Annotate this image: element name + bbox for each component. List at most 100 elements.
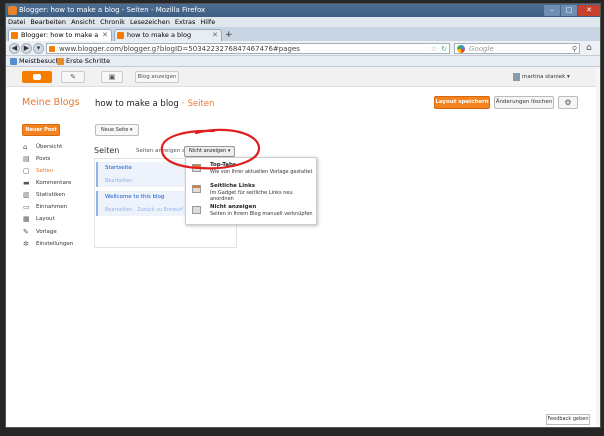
section-title: Seiten	[187, 99, 215, 109]
close-tab-icon[interactable]: ✕	[102, 30, 108, 41]
layout-icon: ▦	[23, 215, 30, 223]
window-controls: – □ ✕	[544, 5, 600, 16]
posts-icon: ▤	[23, 155, 30, 163]
sidebar-item-earnings[interactable]: ▭ Einnahmen	[22, 202, 92, 213]
sidebar-item-label: Vorlage	[36, 229, 57, 235]
window-title: Blogger: how to make a blog - Seiten - M…	[19, 6, 206, 14]
new-page-label: Neue Seite	[101, 127, 129, 133]
bookmark-page-icon	[57, 58, 64, 65]
pages-heading: Seiten	[94, 146, 120, 155]
user-menu[interactable]: martina staniek ▾	[513, 73, 570, 81]
menu-ansicht[interactable]: Ansicht	[71, 17, 95, 27]
show-pages-as-label: Seiten anzeigen als	[136, 148, 190, 154]
browser-window: Blogger: how to make a blog - Seiten - M…	[5, 3, 601, 428]
show-pages-menu: Top-Tabs Wie von Ihrer aktuellen Vorlage…	[185, 157, 317, 225]
home-icon[interactable]: ⌂	[586, 43, 592, 53]
sidebar-item-label: Einnahmen	[36, 204, 68, 210]
title-bar: Blogger: how to make a blog - Seiten - M…	[6, 4, 600, 17]
page-title: how to make a blog · Seiten	[95, 99, 214, 109]
pages-icon: ▢	[23, 167, 30, 175]
home-icon: ⌂	[23, 143, 28, 151]
tab-label: how to make a blog	[127, 31, 192, 39]
tab-blog[interactable]: how to make a blog ✕	[114, 29, 222, 41]
sidebar-item-label: Layout	[36, 216, 55, 222]
discard-changes-button[interactable]: Änderungen löschen	[494, 96, 554, 109]
user-name: martina staniek	[522, 74, 566, 80]
sidebar-item-pages[interactable]: ▢ Seiten	[22, 166, 92, 177]
menu-extras[interactable]: Extras	[175, 17, 196, 27]
show-pages-dropdown[interactable]: Nicht anzeigen ▾	[184, 146, 235, 157]
bookmark-erste-schritte[interactable]: Erste Schritte	[56, 56, 110, 66]
sidebar-item-posts[interactable]: ▤ Posts	[22, 154, 92, 165]
sidebar-item-label: Statistiken	[36, 192, 66, 198]
firefox-icon	[8, 6, 17, 15]
menu-chronik[interactable]: Chronik	[100, 17, 125, 27]
search-input[interactable]: Google ⚲	[454, 43, 580, 54]
site-identity-icon	[49, 46, 55, 52]
menu-item-title: Top-Tabs	[210, 162, 237, 168]
avatar	[513, 73, 520, 81]
new-post-button[interactable]: Neuer Post	[22, 124, 60, 136]
menu-item-desc: Im Gadget für seitliche Links neu anordn…	[210, 190, 293, 202]
view-posts-icon[interactable]: ▣	[101, 71, 123, 83]
google-icon	[457, 45, 465, 53]
sidebar-item-overview[interactable]: ⌂ Übersicht	[22, 142, 92, 153]
sidebar-item-label: Seiten	[36, 168, 54, 174]
sidebar-item-comments[interactable]: ▬ Kommentare	[22, 178, 92, 189]
new-tab-button[interactable]: +	[225, 30, 233, 40]
earnings-icon: ▭	[23, 203, 30, 211]
close-tab-icon[interactable]: ✕	[212, 30, 218, 41]
sidebar-item-template[interactable]: ✎ Vorlage	[22, 227, 92, 238]
side-links-icon	[192, 185, 201, 193]
back-button[interactable]: ◀	[9, 43, 20, 54]
save-layout-button[interactable]: Layout speichern	[434, 96, 490, 109]
bookmark-label: Erste Schritte	[66, 57, 111, 65]
new-page-button[interactable]: Neue Seite ▾	[95, 124, 139, 136]
template-icon: ✎	[23, 228, 29, 236]
vertical-scrollbar[interactable]	[596, 67, 600, 427]
menu-item-dont-show[interactable]: Nicht anzeigen Seiten in Ihrem Blog manu…	[190, 204, 314, 222]
menu-item-title: Seitliche Links	[210, 183, 256, 189]
dont-show-icon	[192, 206, 201, 214]
menu-item-top-tabs[interactable]: Top-Tabs Wie von Ihrer aktuellen Vorlage…	[190, 162, 314, 180]
my-blogs-link[interactable]: Meine Blogs	[22, 97, 80, 108]
menu-lesezeichen[interactable]: Lesezeichen	[130, 17, 170, 27]
sidebar-item-layout[interactable]: ▦ Layout	[22, 214, 92, 225]
comments-icon: ▬	[23, 179, 30, 187]
new-post-pencil-icon[interactable]: ✎	[61, 71, 85, 83]
tab-blogger[interactable]: Blogger: how to make a blog -... ✕	[8, 29, 112, 50]
url-field[interactable]: www.blogger.com/blogger.g?blogID=5034223…	[46, 43, 450, 54]
sidebar-item-settings[interactable]: ✲ Einstellungen	[22, 239, 92, 250]
sidebar-item-label: Einstellungen	[36, 241, 74, 247]
blogger-logo[interactable]	[22, 71, 52, 83]
bookmark-star-icon[interactable]: ☆	[431, 44, 437, 54]
sidebar-item-label: Posts	[36, 156, 51, 162]
menu-item-desc: Seiten in Ihrem Blog manuell verknüpfen	[210, 211, 313, 217]
menu-hilfe[interactable]: Hilfe	[200, 17, 215, 27]
search-placeholder: Google	[469, 45, 494, 53]
menu-datei[interactable]: Datei	[8, 17, 25, 27]
sidebar-item-label: Kommentare	[36, 180, 72, 186]
blogger-favicon	[11, 32, 18, 39]
gear-icon[interactable]: ⚙	[558, 96, 578, 109]
view-blog-button[interactable]: Blog anzeigen	[135, 71, 179, 83]
menu-bearbeiten[interactable]: Bearbeiten	[30, 17, 66, 27]
history-dropdown-icon[interactable]: ▾	[33, 43, 44, 54]
blogger-favicon	[117, 32, 124, 39]
feedback-button[interactable]: Feedback geben	[546, 414, 590, 425]
forward-button[interactable]: ▶	[21, 43, 32, 54]
bookmarks-toolbar: Meistbesucht Erste Schritte	[6, 56, 600, 67]
minimize-button[interactable]: –	[544, 5, 560, 16]
navigation-bar: ◀ ▶ ▾ www.blogger.com/blogger.g?blogID=5…	[6, 41, 600, 56]
search-icon[interactable]: ⚲	[572, 44, 577, 54]
bookmark-meistbesucht[interactable]: Meistbesucht	[9, 56, 62, 66]
blogger-header-bar: ✎ ▣ Blog anzeigen martina staniek ▾	[6, 67, 600, 87]
sidebar-item-stats[interactable]: ▥ Statistiken	[22, 190, 92, 201]
menu-item-desc: Wie von Ihrer aktuellen Vorlage gestalte…	[210, 169, 313, 175]
maximize-button[interactable]: □	[561, 5, 577, 16]
reload-icon[interactable]: ↻	[441, 44, 447, 54]
menu-bar: Datei Bearbeiten Ansicht Chronik Lesezei…	[6, 17, 600, 27]
menu-item-side-links[interactable]: Seitliche Links Im Gadget für seitliche …	[190, 183, 314, 202]
top-tabs-icon	[192, 164, 201, 172]
close-window-button[interactable]: ✕	[578, 5, 600, 16]
